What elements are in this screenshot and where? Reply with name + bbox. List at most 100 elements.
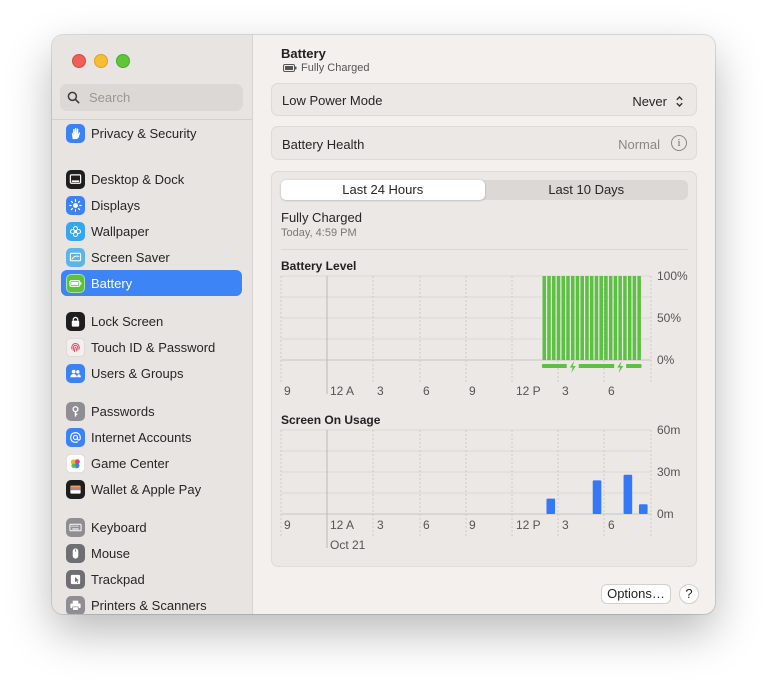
game-center-icon <box>66 453 85 473</box>
usage-bar <box>592 480 602 514</box>
sidebar-item-printers-scanners[interactable]: Printers & Scanners <box>61 592 242 614</box>
usage-y-tick: 30m <box>657 465 681 479</box>
screen-usage-chart <box>280 429 652 548</box>
sidebar-item-label: Lock Screen <box>91 313 164 329</box>
keyboard-icon <box>66 517 85 537</box>
sidebar-item-label: Displays <box>91 197 141 213</box>
sidebar-item-users-groups[interactable]: Users & Groups <box>61 360 242 386</box>
sidebar-item-battery[interactable]: Battery <box>61 270 242 296</box>
sidebar-item-screen-saver[interactable]: Screen Saver <box>61 244 242 270</box>
battery-y-tick: 0% <box>657 353 675 367</box>
search-field[interactable] <box>60 84 243 111</box>
info-icon[interactable]: i <box>671 135 687 151</box>
low-power-popup[interactable]: Never <box>632 93 686 109</box>
page-title: Battery <box>281 46 326 61</box>
zoom-button[interactable] <box>116 54 130 68</box>
usage-x-tick: 9 <box>284 518 291 532</box>
close-button[interactable] <box>72 54 86 68</box>
sidebar-item-label: Wallet & Apple Pay <box>91 481 202 497</box>
sidebar-item-label: Game Center <box>91 455 170 471</box>
sidebar-item-label: Desktop & Dock <box>91 171 185 187</box>
usage-y-tick: 0m <box>657 507 674 521</box>
page-subtitle: Fully Charged <box>283 62 369 74</box>
sidebar-item-label: Printers & Scanners <box>91 597 207 613</box>
at-icon <box>66 427 85 447</box>
search-input[interactable] <box>87 89 231 106</box>
sidebar-item-privacy-security[interactable]: Privacy & Security <box>61 120 242 146</box>
battery-x-tick: 3 <box>562 384 569 398</box>
sidebar-item-displays[interactable]: Displays <box>61 192 242 218</box>
sidebar-item-passwords[interactable]: Passwords <box>61 398 242 424</box>
usage-x-tick: 6 <box>608 518 615 532</box>
flower-icon <box>66 221 85 241</box>
options-button[interactable]: Options… <box>601 584 671 604</box>
sidebar-item-label: Battery <box>91 275 133 291</box>
sidebar-item-keyboard[interactable]: Keyboard <box>61 514 242 540</box>
low-power-label: Low Power Mode <box>282 93 383 108</box>
sidebar-item-label: Wallpaper <box>91 223 150 239</box>
window-controls <box>72 54 130 68</box>
hand-icon <box>66 123 85 143</box>
usage-card: Last 24 Hours Last 10 Days Fully Charged… <box>271 171 697 567</box>
battery-x-tick: 6 <box>423 384 430 398</box>
low-power-value: Never <box>632 93 667 109</box>
usage-x-tick: 12 P <box>516 518 541 532</box>
printer-icon <box>66 595 85 614</box>
users-icon <box>66 363 85 383</box>
sidebar-item-lock-screen[interactable]: Lock Screen <box>61 308 242 334</box>
subtitle-text: Fully Charged <box>301 62 370 74</box>
usage-bar <box>623 474 633 514</box>
usage-y-tick: 60m <box>657 423 681 437</box>
usage-x-tick: 6 <box>423 518 430 532</box>
sidebar-item-label: Internet Accounts <box>91 429 192 445</box>
sun-icon <box>66 195 85 215</box>
usage-bar <box>546 498 556 514</box>
battery-x-tick: 12 P <box>516 384 541 398</box>
sidebar-item-mouse[interactable]: Mouse <box>61 540 242 566</box>
battery-y-tick: 50% <box>657 311 682 325</box>
sidebar-item-label: Touch ID & Password <box>91 339 216 355</box>
settings-window: Privacy & Security Desktop & Dock Displays… <box>52 35 715 614</box>
battery-health-value: Normal <box>618 137 660 152</box>
battery-x-tick: 12 A <box>330 384 355 398</box>
battery-status-icon <box>283 64 297 72</box>
usage-x-tick: 3 <box>562 518 569 532</box>
minimize-button[interactable] <box>94 54 108 68</box>
sidebar-item-desktop-dock[interactable]: Desktop & Dock <box>61 166 242 192</box>
sidebar-item-wallpaper[interactable]: Wallpaper <box>61 218 242 244</box>
battery-health-label: Battery Health <box>282 137 365 152</box>
usage-date-label: Oct 21 <box>330 538 366 552</box>
battery-x-tick: 6 <box>608 384 615 398</box>
screensaver-icon <box>66 247 85 267</box>
sidebar-item-internet-accounts[interactable]: Internet Accounts <box>61 424 242 450</box>
fingerprint-icon <box>66 337 85 357</box>
battery-x-tick: 3 <box>377 384 384 398</box>
lock-icon <box>66 311 85 331</box>
sidebar-item-touch-id-password[interactable]: Touch ID & Password <box>61 334 242 360</box>
battery-x-tick: 9 <box>284 384 291 398</box>
usage-x-tick: 3 <box>377 518 384 532</box>
sidebar-item-label: Privacy & Security <box>91 125 197 141</box>
battery-y-tick: 100% <box>657 269 688 283</box>
battery-x-tick: 9 <box>469 384 476 398</box>
help-button[interactable]: ? <box>679 584 699 604</box>
battery-icon <box>66 273 85 293</box>
main-pane: Battery Fully Charged Low Power Mode Nev… <box>253 35 715 614</box>
key-icon <box>66 401 85 421</box>
sidebar-item-label: Mouse <box>91 545 131 561</box>
battery-health-row: Battery Health Normal i <box>271 126 697 160</box>
chevron-updown-icon <box>672 93 686 109</box>
search-icon <box>67 91 80 104</box>
low-power-row: Low Power Mode Never <box>271 83 697 116</box>
sidebar-item-label: Trackpad <box>91 571 145 587</box>
sidebar-item-game-center[interactable]: Game Center <box>61 450 242 476</box>
sidebar-item-label: Users & Groups <box>91 365 184 381</box>
sidebar: Privacy & Security Desktop & Dock Displays… <box>52 35 253 614</box>
sidebar-item-wallet-apple-pay[interactable]: Wallet & Apple Pay <box>61 476 242 502</box>
dock-icon <box>66 169 85 189</box>
sidebar-item-label: Keyboard <box>91 519 147 535</box>
usage-x-tick: 12 A <box>330 518 355 532</box>
mouse-icon <box>66 543 85 563</box>
sidebar-item-label: Passwords <box>91 403 155 419</box>
sidebar-item-trackpad[interactable]: Trackpad <box>61 566 242 592</box>
